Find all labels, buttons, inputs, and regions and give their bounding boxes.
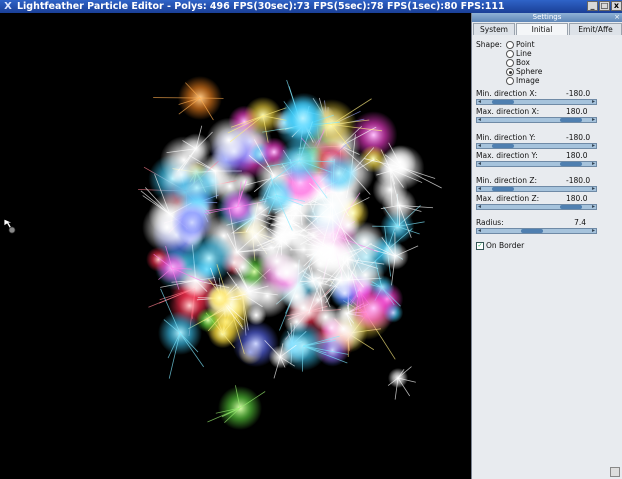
shape-option-point[interactable]: Point [506,40,535,49]
min-direction-x-label: Min. direction X: [476,89,537,98]
max-direction-x-value[interactable]: 180.0 [566,107,587,116]
slider-right-arrow-icon[interactable]: ▸ [592,98,595,105]
slider-thumb[interactable] [491,100,514,104]
mouse-cursor-icon [3,218,16,234]
radius-slider[interactable]: ◂ ▸ [476,227,597,234]
slider-left-arrow-icon[interactable]: ◂ [478,227,481,234]
resize-grip-icon[interactable] [610,467,620,477]
slider-thumb[interactable] [491,144,514,148]
max-direction-y-value[interactable]: 180.0 [566,151,587,160]
max-direction-x-label: Max. direction X: [476,107,540,116]
on-border-checkbox-row[interactable]: ✓ On Border [476,241,524,250]
window-title-bar: X Lightfeather Particle Editor - Polys: … [0,0,622,13]
max-direction-z-label: Max. direction Z: [476,194,540,203]
window-title: Lightfeather Particle Editor - Polys: 49… [17,1,505,12]
slider-left-arrow-icon[interactable]: ◂ [478,185,481,192]
radio-box-icon[interactable] [506,59,514,67]
min-direction-z-value[interactable]: -180.0 [566,176,590,185]
slider-right-arrow-icon[interactable]: ▸ [592,142,595,149]
radius-label: Radius: [476,218,504,227]
settings-tabs: System Initial Emit/Affe [473,23,622,35]
minimize-button[interactable]: _ [587,1,598,11]
slider-thumb[interactable] [559,162,582,166]
close-button[interactable]: x [611,1,622,11]
min-direction-y-slider[interactable]: ◂ ▸ [476,142,597,149]
slider-thumb[interactable] [491,187,514,191]
shape-option-box[interactable]: Box [506,58,530,67]
settings-panel-title[interactable]: Settings [472,13,622,22]
max-direction-z-value[interactable]: 180.0 [566,194,587,203]
max-direction-y-label: Max. direction Y: [476,151,538,160]
slider-thumb[interactable] [521,229,544,233]
min-direction-z-label: Min. direction Z: [476,176,537,185]
min-direction-y-label: Min. direction Y: [476,133,536,142]
slider-thumb[interactable] [559,118,582,122]
min-direction-x-value[interactable]: -180.0 [566,89,590,98]
slider-thumb[interactable] [559,205,582,209]
particle-render [138,76,442,430]
on-border-label: On Border [486,241,525,250]
tab-emit-affectors[interactable]: Emit/Affe [569,23,622,35]
min-direction-z-slider[interactable]: ◂ ▸ [476,185,597,192]
particle-viewport[interactable] [0,13,471,479]
slider-right-arrow-icon[interactable]: ▸ [592,185,595,192]
radio-image-icon[interactable] [506,77,514,85]
min-direction-y-value[interactable]: -180.0 [566,133,590,142]
shape-label: Shape: [476,40,503,49]
tab-initial[interactable]: Initial [516,23,568,35]
panel-close-icon[interactable]: × [614,13,620,21]
max-direction-x-slider[interactable]: ◂ ▸ [476,116,597,123]
tab-system[interactable]: System [473,23,515,35]
maximize-button[interactable]: □ [599,1,610,11]
slider-left-arrow-icon[interactable]: ◂ [478,98,481,105]
slider-left-arrow-icon[interactable]: ◂ [478,142,481,149]
radio-line-icon[interactable] [506,50,514,58]
max-direction-y-slider[interactable]: ◂ ▸ [476,160,597,167]
slider-right-arrow-icon[interactable]: ▸ [592,160,595,167]
on-border-checkbox[interactable]: ✓ [476,242,484,250]
app-icon[interactable]: X [1,0,15,13]
shape-option-line[interactable]: Line [506,49,532,58]
slider-right-arrow-icon[interactable]: ▸ [592,227,595,234]
radius-value[interactable]: 7.4 [566,218,586,227]
slider-right-arrow-icon[interactable]: ▸ [592,116,595,123]
settings-panel: Settings × System Initial Emit/Affe Shap… [471,13,622,479]
max-direction-z-slider[interactable]: ◂ ▸ [476,203,597,210]
min-direction-x-slider[interactable]: ◂ ▸ [476,98,597,105]
radio-sphere-icon[interactable] [506,68,514,76]
slider-left-arrow-icon[interactable]: ◂ [478,160,481,167]
slider-left-arrow-icon[interactable]: ◂ [478,203,481,210]
slider-right-arrow-icon[interactable]: ▸ [592,203,595,210]
slider-left-arrow-icon[interactable]: ◂ [478,116,481,123]
radio-point-icon[interactable] [506,41,514,49]
shape-option-sphere[interactable]: Sphere [506,67,542,76]
shape-option-image[interactable]: Image [506,76,540,85]
